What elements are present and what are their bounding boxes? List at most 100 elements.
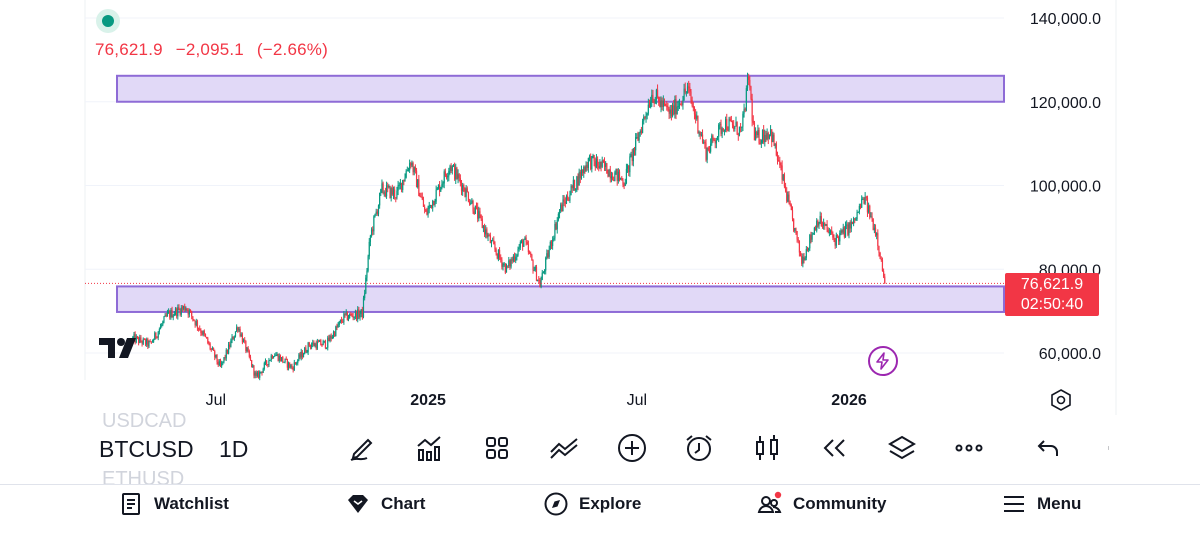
candle-body xyxy=(773,134,775,146)
candle-body xyxy=(817,220,819,226)
candle-body xyxy=(346,311,348,320)
candle-body xyxy=(444,171,446,176)
candle-body xyxy=(661,100,663,107)
candle-body xyxy=(561,204,563,212)
candle-body xyxy=(451,166,453,172)
layers-icon[interactable] xyxy=(884,430,920,466)
candle-body xyxy=(330,335,332,339)
candle-body xyxy=(734,126,736,130)
symbol-selector[interactable]: BTCUSD xyxy=(99,436,194,463)
nav-explore[interactable]: Explore xyxy=(543,485,641,523)
candle-body xyxy=(723,130,726,132)
candle-body xyxy=(808,248,810,251)
candle-body xyxy=(660,100,662,108)
candle-body xyxy=(403,180,405,182)
candle-body xyxy=(400,182,403,190)
candle-body xyxy=(606,163,608,174)
interval-selector[interactable]: 1D xyxy=(219,436,248,463)
candle-body xyxy=(493,240,495,245)
candle-body xyxy=(395,197,397,199)
add-icon[interactable] xyxy=(614,430,650,466)
candle-body xyxy=(718,124,720,137)
candle-body xyxy=(846,224,848,226)
candle-body xyxy=(391,188,393,195)
candle-body xyxy=(870,216,872,218)
drawing-tools-icon[interactable] xyxy=(344,430,380,466)
candle-body xyxy=(820,216,822,226)
candle-body xyxy=(628,165,630,173)
nav-chart[interactable]: Chart xyxy=(345,485,425,523)
candle-body xyxy=(693,107,696,115)
candle-body xyxy=(834,238,836,246)
candle-body xyxy=(321,345,323,347)
chart-type-icon[interactable] xyxy=(749,430,785,466)
candle-body xyxy=(590,156,592,170)
redo-icon[interactable] xyxy=(1094,430,1112,466)
templates-icon[interactable] xyxy=(479,430,515,466)
nav-community[interactable]: Community xyxy=(757,485,887,523)
candle-body xyxy=(556,220,558,230)
candle-body xyxy=(831,230,833,234)
compare-icon[interactable] xyxy=(546,430,582,466)
candle-body xyxy=(695,114,697,119)
candle-body xyxy=(275,354,277,356)
candle-body xyxy=(779,160,781,166)
candle-body xyxy=(463,184,465,192)
flash-icon[interactable] xyxy=(868,346,898,376)
nav-chart-label: Chart xyxy=(381,494,426,513)
candle-body xyxy=(639,130,641,133)
candle-body xyxy=(457,174,459,179)
nav-watchlist[interactable]: Watchlist xyxy=(118,485,229,523)
candle-body xyxy=(643,116,645,122)
candle-body xyxy=(869,205,871,218)
candle-body xyxy=(305,347,307,353)
candle-body xyxy=(798,240,801,253)
chart-area[interactable]: 140,000.0 120,000.0 100,000.0 80,000.0 60,00… xyxy=(0,0,1200,415)
candle-body xyxy=(195,321,197,326)
candle-body xyxy=(623,184,625,186)
candle-body xyxy=(202,331,204,335)
candle-body xyxy=(191,311,193,317)
candle-body xyxy=(211,348,214,350)
indicators-icon[interactable] xyxy=(411,430,447,466)
candle-body xyxy=(557,213,559,221)
candle-body xyxy=(448,170,450,177)
candle-body xyxy=(543,270,546,272)
candle-body xyxy=(417,179,419,188)
candle-body xyxy=(434,201,436,206)
candle-body xyxy=(319,340,321,342)
candle-body xyxy=(467,192,470,202)
candle-body xyxy=(877,233,879,247)
candle-body xyxy=(863,198,865,204)
candle-body xyxy=(596,159,599,166)
more-icon[interactable] xyxy=(951,430,987,466)
replay-icon[interactable] xyxy=(816,430,852,466)
price-chart[interactable]: 140,000.0120,000.0100,000.080,000.060,00… xyxy=(0,0,1200,415)
nav-menu[interactable]: Menu xyxy=(1001,485,1081,523)
alert-icon[interactable] xyxy=(681,430,717,466)
candle-body xyxy=(520,240,523,243)
candle-body xyxy=(508,260,510,267)
candle-body xyxy=(293,362,295,371)
candle-body xyxy=(749,80,751,87)
candle-body xyxy=(274,355,276,357)
last-price: 76,621.9 xyxy=(95,40,163,59)
candle-body xyxy=(532,260,534,271)
candle-body xyxy=(207,338,209,344)
candle-body xyxy=(839,233,841,242)
candle-body xyxy=(726,119,728,131)
candle-body xyxy=(861,198,863,208)
candle-body xyxy=(420,196,422,198)
candle-body xyxy=(259,371,261,378)
candle-body xyxy=(784,186,787,192)
candle-body xyxy=(652,94,654,103)
candle-body xyxy=(843,227,845,237)
candle-body xyxy=(577,176,579,186)
candle-body xyxy=(767,133,769,139)
chart-settings-icon[interactable] xyxy=(1049,388,1073,412)
candle-body xyxy=(299,354,301,358)
candle-body xyxy=(754,131,757,141)
undo-icon[interactable] xyxy=(1031,430,1067,466)
candle-body xyxy=(668,108,670,114)
candle-body xyxy=(230,340,232,347)
